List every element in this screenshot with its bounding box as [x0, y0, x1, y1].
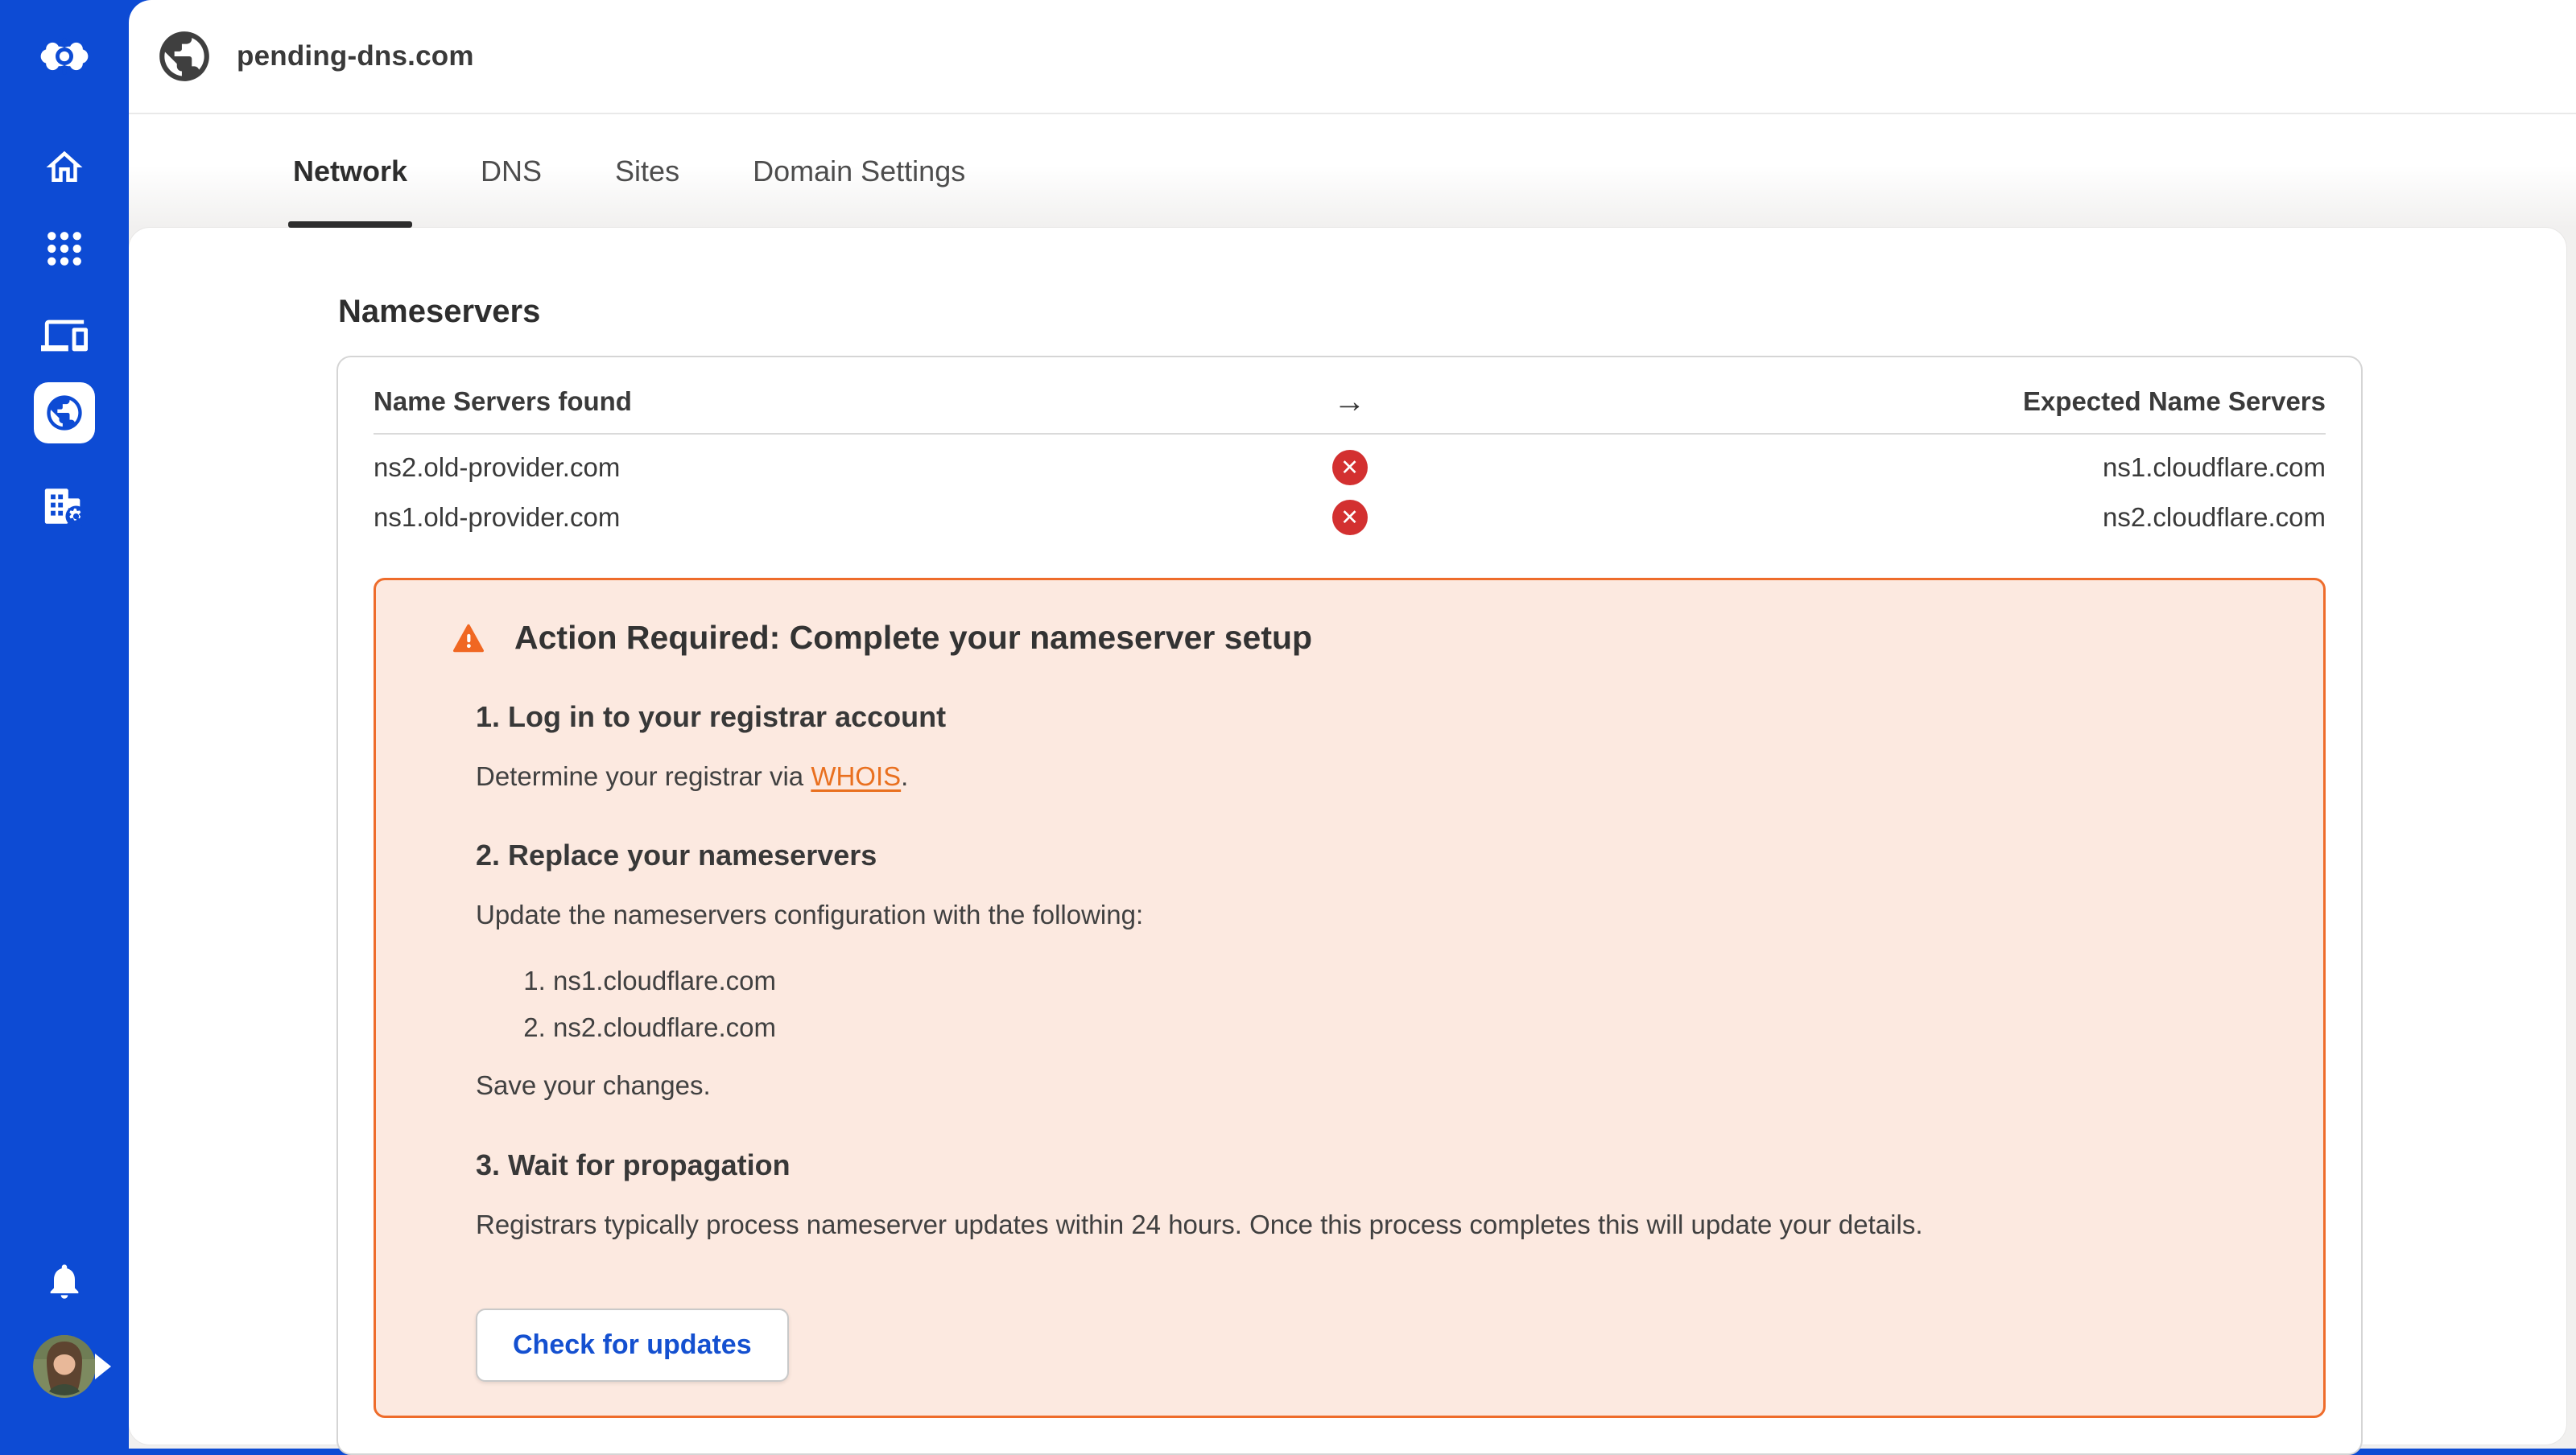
step-3-text: Registrars typically process nameserver … [476, 1206, 2281, 1243]
bell-icon [43, 1260, 85, 1302]
brand-logo-icon[interactable] [0, 24, 129, 89]
save-changes-text: Save your changes. [476, 1067, 2281, 1104]
step-2-text: Update the nameservers configuration wit… [476, 896, 2281, 934]
tabbar: Network DNS Sites Domain Settings [129, 114, 2576, 228]
step-1-heading: 1. Log in to your registrar account [476, 700, 2281, 734]
action-required-alert: Action Required: Complete your nameserve… [374, 578, 2326, 1418]
step-2-heading: 2. Replace your nameservers [476, 839, 2281, 872]
error-x-icon: ✕ [1332, 500, 1368, 535]
domain-title: pending-dns.com [237, 40, 474, 72]
found-nameserver: ns1.old-provider.com [374, 502, 1302, 533]
alert-title: Action Required: Complete your nameserve… [514, 619, 1312, 657]
step-3-heading: 3. Wait for propagation [476, 1148, 2281, 1182]
tab-dns[interactable]: DNS [481, 114, 542, 228]
tab-network[interactable]: Network [293, 114, 407, 228]
found-nameserver: ns2.old-provider.com [374, 452, 1302, 483]
main-panel: Nameservers Name Servers found → Expecte… [129, 228, 2566, 1445]
list-item: ns2.cloudflare.com [553, 1012, 2281, 1043]
table-row: ns1.old-provider.com ✕ ns2.cloudflare.co… [374, 493, 2326, 542]
sidebar-item-devices[interactable] [0, 310, 129, 361]
warning-triangle-icon [452, 623, 485, 653]
expected-nameservers-list: ns1.cloudflare.com ns2.cloudflare.com [476, 966, 2281, 1043]
notifications-bell[interactable] [0, 1257, 129, 1305]
domain-header: pending-dns.com [129, 0, 2576, 114]
avatar-photo [33, 1335, 96, 1398]
home-icon [43, 146, 86, 189]
expand-chevron-icon[interactable] [95, 1354, 111, 1379]
column-expected-name-servers: Expected Name Servers [1398, 386, 2326, 417]
globe-icon [43, 392, 85, 434]
domain-favicon-globe-icon [155, 27, 214, 86]
sidebar-item-home[interactable] [0, 143, 129, 192]
nameservers-table-body: ns2.old-provider.com ✕ ns1.cloudflare.co… [374, 435, 2326, 542]
alert-header: Action Required: Complete your nameserve… [418, 619, 2281, 657]
sidebar-item-apps[interactable] [0, 225, 129, 273]
whois-link[interactable]: WHOIS [811, 761, 901, 791]
arrow-icon: → [1302, 384, 1398, 420]
devices-icon [41, 312, 88, 359]
step-1-text: Determine your registrar via WHOIS. [476, 758, 2281, 795]
avatar[interactable] [33, 1335, 96, 1398]
expected-nameserver: ns1.cloudflare.com [1398, 452, 2326, 483]
tab-domain-settings[interactable]: Domain Settings [753, 114, 965, 228]
check-for-updates-button[interactable]: Check for updates [476, 1309, 789, 1382]
apps-grid-icon [43, 227, 86, 270]
nameservers-table-header: Name Servers found → Expected Name Serve… [374, 370, 2326, 435]
column-name-servers-found: Name Servers found [374, 386, 1302, 417]
active-item-tile [34, 382, 95, 443]
table-row: ns2.old-provider.com ✕ ns1.cloudflare.co… [374, 443, 2326, 493]
sidebar [0, 0, 129, 1449]
nameservers-card: Name Servers found → Expected Name Serve… [336, 356, 2363, 1455]
expected-nameserver: ns2.cloudflare.com [1398, 502, 2326, 533]
sidebar-item-organization[interactable] [0, 480, 129, 532]
tab-sites[interactable]: Sites [615, 114, 679, 228]
page-title: Nameservers [338, 294, 2566, 330]
alert-body: 1. Log in to your registrar account Dete… [476, 700, 2281, 1382]
error-x-icon: ✕ [1332, 450, 1368, 485]
sidebar-item-domains-active[interactable] [0, 382, 129, 443]
building-gear-icon [41, 483, 88, 530]
list-item: ns1.cloudflare.com [553, 966, 2281, 996]
top-surface: pending-dns.com Network DNS Sites Domain… [129, 0, 2576, 228]
